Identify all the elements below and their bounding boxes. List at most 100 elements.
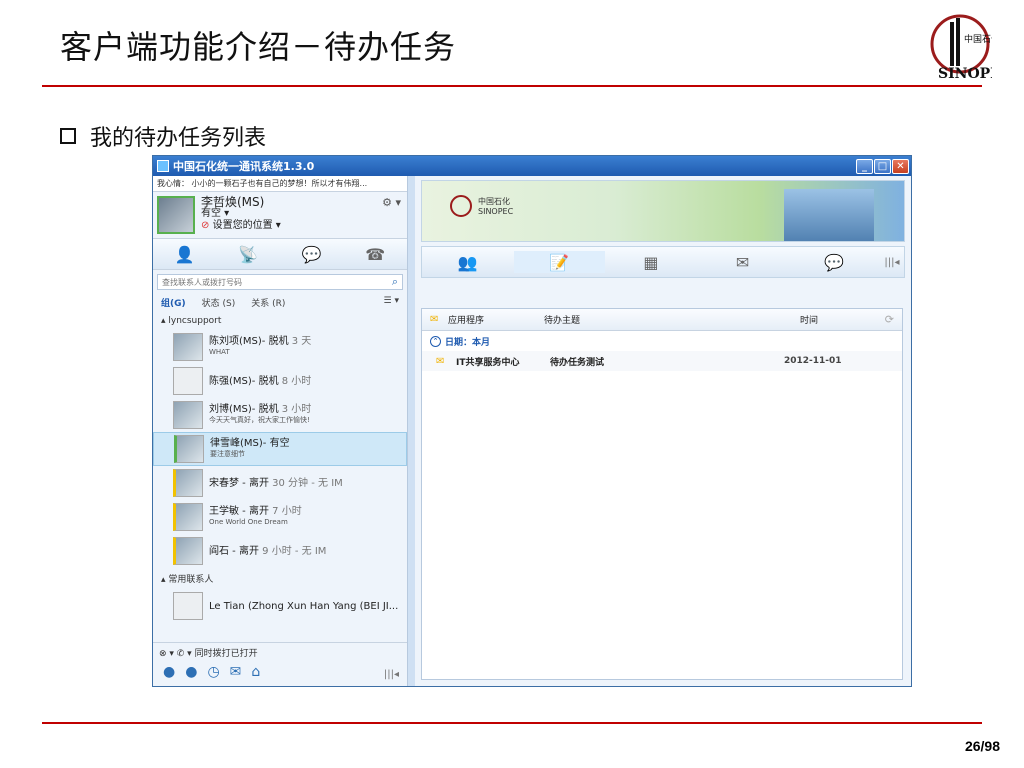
mood-message[interactable]: 我心情： 小小的一颗石子也有自己的梦想！所以才有伟翔... bbox=[153, 176, 407, 192]
options-gear-icon[interactable]: ⚙ ▾ bbox=[382, 196, 401, 209]
my-name: 李哲焕(MS) bbox=[201, 195, 265, 209]
contact-status: 3 小时 bbox=[281, 404, 312, 415]
tab-relationship[interactable]: 关系 (R) bbox=[251, 296, 285, 310]
close-button[interactable]: ✕ bbox=[892, 158, 909, 174]
left-tab-bar: 👤 📡 💬 ☎ bbox=[153, 238, 407, 270]
date-group-label: 日期：本月 bbox=[445, 337, 491, 348]
contact-note: 要注意细节 bbox=[210, 450, 245, 458]
contact-item[interactable]: 王学敏 - 离开 7 小时 One World One Dream bbox=[153, 500, 407, 534]
activity-feed-tab-icon[interactable]: 📡 bbox=[236, 243, 260, 265]
main-pane: 中国石化 SINOPEC 👥 📝 ▦ ✉ 💬 |||◂ ✉ 应用程序 待办主题 bbox=[415, 176, 911, 686]
banner-brand-cn: 中国石化 bbox=[478, 197, 510, 206]
contact-note: One World One Dream bbox=[209, 518, 288, 526]
contact-item[interactable]: 陈强(MS)- 脱机 8 小时 bbox=[153, 364, 407, 398]
group-header-frequent[interactable]: ▴ 常用联系人 bbox=[153, 568, 407, 589]
contact-note: WHAT bbox=[209, 348, 230, 356]
contact-avatar bbox=[173, 469, 203, 497]
group-header-lyncsupport[interactable]: ▴ lyncsupport bbox=[153, 312, 407, 330]
contacts-tab-icon[interactable]: 👤 bbox=[173, 243, 197, 265]
header-app[interactable]: 应用程序 bbox=[448, 313, 484, 326]
call-forward-status[interactable]: ⊗ ▾ ✆ ▾ 同时拨打已打开 bbox=[153, 643, 407, 662]
contact-name: 宋春梦 - 离开 bbox=[209, 477, 269, 489]
contact-avatar bbox=[173, 367, 203, 395]
contact-avatar bbox=[173, 537, 203, 565]
apps-tab-icon[interactable]: ▦ bbox=[605, 251, 697, 273]
bullet-item: 我的待办任务列表 bbox=[60, 120, 266, 152]
sinopec-banner: 中国石化 SINOPEC bbox=[421, 180, 905, 242]
contact-avatar bbox=[174, 435, 204, 463]
contact-status: 7 小时 bbox=[272, 506, 302, 517]
display-options-icon[interactable]: ☰ ▾ bbox=[384, 296, 399, 310]
tab-groups[interactable]: 组(G) bbox=[161, 296, 186, 310]
contact-item[interactable]: 刘博(MS)- 脱机 3 小时 今天天气真好，祝大家工作愉快! bbox=[153, 398, 407, 432]
contact-name: 陈强(MS)- 脱机 bbox=[209, 375, 279, 387]
phone-tab-icon[interactable]: ☎ bbox=[363, 243, 387, 265]
conversations-tab-icon[interactable]: 💬 bbox=[300, 243, 324, 265]
slide-title: 客户端功能介绍－待办任务 bbox=[60, 28, 457, 66]
envelope-icon: ✉ bbox=[430, 314, 439, 325]
contact-item[interactable]: Le Tian (Zhong Xun Han Yang (BEI JI... bbox=[153, 589, 407, 623]
banner-logo: 中国石化 SINOPEC bbox=[450, 195, 513, 217]
missed-call-icon[interactable]: ● bbox=[185, 664, 197, 680]
slide: 客户端功能介绍－待办任务 中国石化 SINOPEC 我的待办任务列表 中国石化统… bbox=[0, 0, 1024, 768]
contact-status: 8 小时 bbox=[281, 375, 312, 387]
group-name: ▴ lyncsupport bbox=[161, 316, 222, 326]
group-name: ▴ 常用联系人 bbox=[161, 575, 214, 585]
search-icon[interactable]: ⌕ bbox=[392, 275, 398, 289]
table-row[interactable]: ✉ IT共享服务中心 待办任务测试 2012-11-01 bbox=[422, 351, 902, 371]
contact-item-selected[interactable]: 律雪峰(MS)- 有空 要注意细节 bbox=[153, 432, 407, 466]
lync-window: 中国石化统一通讯系统1.3.0 _ □ ✕ 我心情： 小小的一颗石子也有自己的梦… bbox=[152, 155, 912, 687]
contact-name: 陈刘项(MS)- 脱机 bbox=[209, 336, 289, 347]
my-profile: 李哲焕(MS) 有空 ▾ ⊘ 设置您的位置 ▾ ⚙ ▾ bbox=[153, 192, 407, 238]
svg-text:SINOPEC: SINOPEC bbox=[938, 66, 992, 82]
row-time: 2012-11-01 bbox=[784, 356, 842, 366]
date-group-header[interactable]: ⌃ 日期：本月 bbox=[422, 331, 902, 351]
header-time[interactable]: 时间 bbox=[800, 313, 818, 326]
collapse-toggle-icon[interactable]: ⌃ bbox=[430, 335, 441, 347]
header-subject[interactable]: 待办主题 bbox=[544, 313, 580, 326]
checkbox-bullet-icon bbox=[60, 128, 76, 144]
contact-item[interactable]: 阎石 - 离开 9 小时 - 无 IM bbox=[153, 534, 407, 568]
voicemail-icon[interactable]: ● bbox=[163, 664, 175, 680]
contact-avatar bbox=[173, 592, 203, 620]
banner-brand-en: SINOPEC bbox=[478, 207, 514, 216]
location-label: 设置您的位置 ▾ bbox=[212, 220, 281, 231]
contact-search-input[interactable]: 查找联系人或拨打号码 ⌕ bbox=[157, 274, 403, 290]
todo-tab-icon[interactable]: 📝 bbox=[513, 251, 606, 273]
row-subject: 待办任务测试 bbox=[550, 357, 605, 368]
app-icon bbox=[157, 160, 169, 172]
maximize-button[interactable]: □ bbox=[874, 158, 891, 174]
people-tab-icon[interactable]: 👥 bbox=[422, 251, 514, 273]
my-location[interactable]: ⊘ 设置您的位置 ▾ bbox=[201, 220, 281, 232]
refresh-icon[interactable]: ⟳ bbox=[885, 313, 894, 326]
collapse-grip-icon[interactable]: |||◂ bbox=[880, 251, 904, 273]
contact-item[interactable]: 宋春梦 - 离开 30 分钟 - 无 IM bbox=[153, 466, 407, 500]
svg-text:中国石化: 中国石化 bbox=[964, 33, 992, 45]
contact-status: 9 小时 - 无 IM bbox=[262, 545, 327, 557]
tab-status[interactable]: 状态 (S) bbox=[202, 296, 236, 310]
location-icon: ⊘ bbox=[201, 220, 210, 231]
minimize-button[interactable]: _ bbox=[856, 158, 873, 174]
bullet-text: 我的待办任务列表 bbox=[90, 126, 267, 151]
chat-tab-icon[interactable]: 💬 bbox=[788, 251, 880, 273]
contact-name: 刘博(MS)- 脱机 bbox=[209, 404, 279, 415]
my-status-dropdown[interactable]: 有空 ▾ bbox=[201, 208, 281, 220]
contact-item[interactable]: 陈刘项(MS)- 脱机 3 天 WHAT bbox=[153, 330, 407, 364]
contact-name: 王学敏 - 离开 bbox=[209, 506, 269, 517]
page-number: 26/98 bbox=[964, 738, 1000, 754]
search-placeholder: 查找联系人或拨打号码 bbox=[162, 278, 242, 287]
table-header: ✉ 应用程序 待办主题 时间 ⟳ bbox=[422, 309, 902, 331]
my-avatar[interactable] bbox=[157, 196, 195, 234]
history-icon[interactable]: ◷ bbox=[207, 664, 219, 680]
collapse-grip-icon[interactable]: |||◂ bbox=[384, 669, 399, 680]
contact-status: 30 分钟 - 无 IM bbox=[272, 477, 343, 489]
mail-tab-icon[interactable]: ✉ bbox=[697, 251, 789, 273]
window-titlebar[interactable]: 中国石化统一通讯系统1.3.0 _ □ ✕ bbox=[153, 156, 911, 176]
sinopec-logo: 中国石化 SINOPEC bbox=[930, 14, 992, 82]
home-icon[interactable]: ⌂ bbox=[251, 664, 260, 680]
envelope-icon: ✉ bbox=[436, 355, 445, 367]
contact-avatar bbox=[173, 503, 203, 531]
sms-icon[interactable]: ✉ bbox=[230, 664, 242, 680]
contact-status: 3 天 bbox=[291, 336, 312, 347]
call-forward-label: 同时拨打已打开 bbox=[194, 649, 258, 659]
